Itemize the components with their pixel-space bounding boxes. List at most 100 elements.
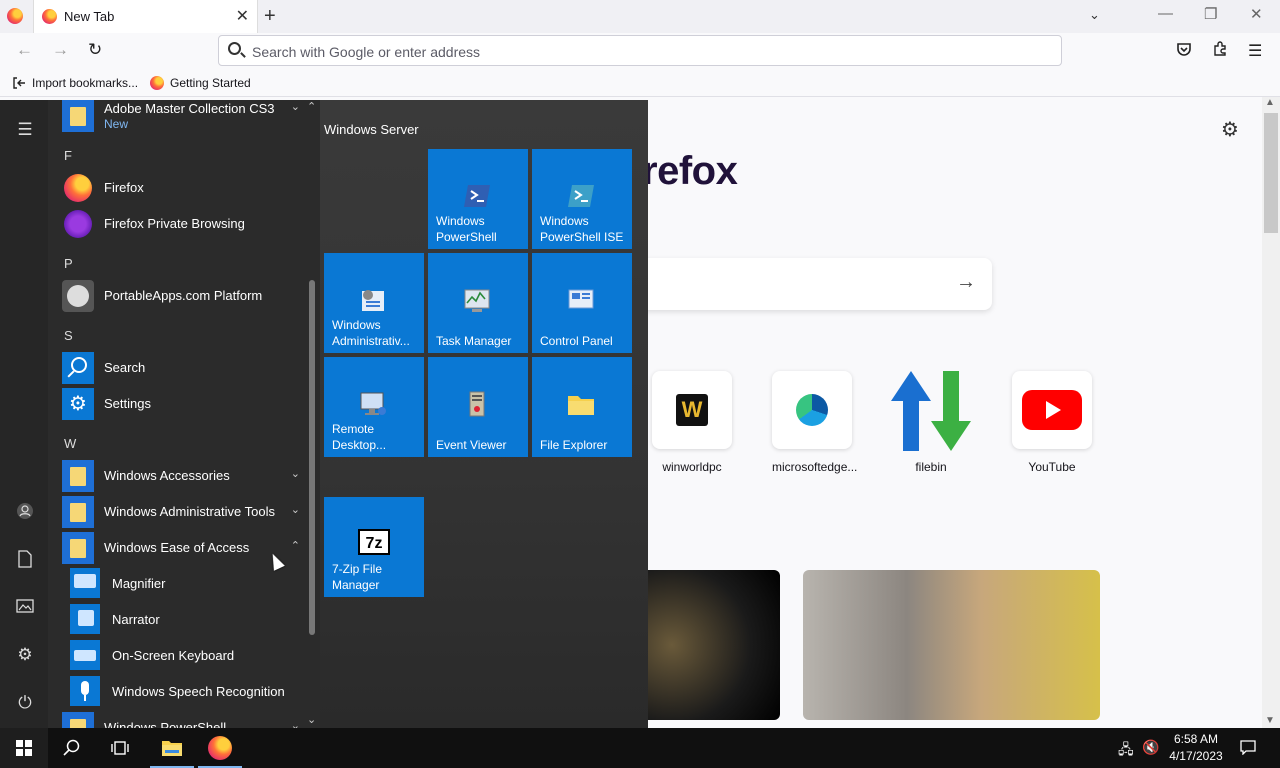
- getting-started-link[interactable]: Getting Started: [150, 76, 251, 90]
- section-header-w[interactable]: W: [64, 436, 76, 451]
- chevron-down-icon[interactable]: ⌄: [291, 719, 300, 728]
- chevron-down-icon[interactable]: ⌄: [291, 100, 300, 113]
- app-windows-admin-tools[interactable]: Windows Administrative Tools ⌄: [62, 494, 304, 530]
- top-site-label: winworldpc: [662, 460, 722, 474]
- app-firefox-private[interactable]: Firefox Private Browsing: [62, 206, 304, 242]
- section-header-s[interactable]: S: [64, 328, 73, 343]
- tile-remote-desktop[interactable]: Remote Desktop...: [324, 357, 424, 457]
- taskbar-file-explorer[interactable]: [148, 728, 196, 768]
- app-windows-powershell[interactable]: Windows PowerShell ⌄: [62, 710, 304, 728]
- documents-icon[interactable]: [14, 550, 36, 572]
- tile-windows-powershell[interactable]: Windows PowerShell: [428, 149, 528, 249]
- power-icon[interactable]: ⏻: [14, 693, 36, 715]
- app-label: Windows PowerShell: [104, 720, 227, 728]
- back-icon[interactable]: ←: [16, 40, 33, 60]
- scroll-down-icon[interactable]: ▼: [1265, 715, 1275, 726]
- chevron-down-icon[interactable]: ⌄: [291, 503, 300, 516]
- task-manager-icon: [462, 285, 492, 315]
- story-card-image[interactable]: [803, 570, 1100, 720]
- gear-icon[interactable]: ⚙: [1221, 117, 1239, 142]
- microphone-icon: [70, 676, 100, 706]
- page-scrollbar[interactable]: ▲ ▼: [1262, 97, 1280, 728]
- notifications-icon[interactable]: [1240, 739, 1256, 758]
- reload-icon[interactable]: ↻: [88, 40, 102, 60]
- scroll-up-icon[interactable]: ▲: [1265, 97, 1275, 108]
- top-site-youtube[interactable]: YouTube: [1012, 371, 1092, 474]
- address-bar[interactable]: Search with Google or enter address: [218, 35, 1062, 66]
- app-windows-speech-recognition[interactable]: Windows Speech Recognition: [62, 674, 304, 710]
- arrow-right-icon[interactable]: →: [956, 271, 976, 294]
- narrator-icon: [70, 604, 100, 634]
- firefox-icon: [150, 76, 164, 90]
- tile-label: 7-Zip File Manager: [332, 562, 383, 592]
- firefox-view-icon[interactable]: [7, 8, 23, 24]
- restore-icon[interactable]: ❐: [1204, 5, 1217, 23]
- pocket-icon[interactable]: [1176, 41, 1192, 62]
- top-site-microsoftedge[interactable]: microsoftedge...: [772, 371, 858, 474]
- section-header-p[interactable]: P: [64, 256, 73, 271]
- pictures-icon[interactable]: [14, 598, 36, 620]
- svg-text:7z: 7z: [366, 535, 383, 552]
- minimize-icon[interactable]: —: [1158, 5, 1173, 22]
- scrollbar-thumb[interactable]: [309, 280, 315, 635]
- chevron-down-icon[interactable]: ⌄: [291, 467, 300, 480]
- new-tab-button[interactable]: +: [264, 5, 276, 28]
- settings-gear-icon[interactable]: ⚙: [14, 645, 36, 667]
- scrollbar-thumb[interactable]: [1264, 113, 1278, 233]
- app-search[interactable]: Search: [62, 350, 304, 386]
- import-bookmarks-link[interactable]: Import bookmarks...: [12, 76, 138, 90]
- filebin-logo-icon: [891, 371, 971, 451]
- volume-muted-icon[interactable]: 🔇: [1142, 739, 1159, 756]
- section-header-f[interactable]: F: [64, 148, 72, 163]
- hamburger-menu-icon[interactable]: ☰: [14, 120, 36, 142]
- list-all-tabs-icon[interactable]: ⌄: [1089, 7, 1100, 23]
- clock[interactable]: 6:58 AM 4/17/2023: [1162, 731, 1230, 765]
- app-label: Windows Administrative Tools: [104, 504, 275, 519]
- chevron-up-icon[interactable]: ⌃: [291, 539, 300, 552]
- tile-7zip[interactable]: 7z 7-Zip File Manager: [324, 497, 424, 597]
- scroll-up-icon[interactable]: ⌃: [307, 100, 316, 113]
- app-settings[interactable]: ⚙ Settings: [62, 386, 304, 422]
- tile-label: Remote Desktop...: [332, 422, 387, 452]
- app-narrator[interactable]: Narrator: [62, 602, 304, 638]
- tile-file-explorer[interactable]: File Explorer: [532, 357, 632, 457]
- app-magnifier[interactable]: Magnifier: [62, 566, 304, 602]
- close-tab-icon[interactable]: ✕: [236, 6, 249, 26]
- tile-control-panel[interactable]: Control Panel: [532, 253, 632, 353]
- window-close-icon[interactable]: ✕: [1250, 5, 1263, 23]
- top-site-winworldpc[interactable]: W winworldpc: [652, 371, 732, 474]
- app-label: Magnifier: [112, 576, 166, 591]
- tile-windows-admin-tools[interactable]: Windows Administrativ...: [324, 253, 424, 353]
- app-portableapps[interactable]: PortableApps.com Platform: [62, 278, 304, 314]
- app-on-screen-keyboard[interactable]: On-Screen Keyboard: [62, 638, 304, 674]
- tile-task-manager[interactable]: Task Manager: [428, 253, 528, 353]
- app-label: Adobe Master Collection CS3: [104, 101, 275, 116]
- tile-group-title[interactable]: Windows Server: [324, 122, 419, 137]
- app-adobe-master-collection[interactable]: Adobe Master Collection CS3 New ⌄: [62, 100, 304, 134]
- top-site-filebin[interactable]: filebin: [891, 371, 971, 474]
- firefox-icon: [42, 9, 57, 24]
- top-site-label: microsoftedge...: [772, 460, 858, 474]
- app-list-scrollbar[interactable]: ⌃ ⌄: [306, 100, 320, 728]
- user-account-icon[interactable]: [14, 502, 36, 524]
- app-firefox[interactable]: Firefox: [62, 170, 304, 206]
- tile-event-viewer[interactable]: Event Viewer: [428, 357, 528, 457]
- app-windows-accessories[interactable]: Windows Accessories ⌄: [62, 458, 304, 494]
- menu-icon[interactable]: ☰: [1248, 41, 1262, 61]
- taskbar-firefox[interactable]: [196, 728, 244, 768]
- app-label: PortableApps.com Platform: [104, 288, 263, 303]
- app-label: Windows Speech Recognition: [112, 684, 285, 699]
- scroll-down-icon[interactable]: ⌄: [307, 713, 316, 726]
- tile-powershell-ise[interactable]: Windows PowerShell ISE: [532, 149, 632, 249]
- app-label: Search: [104, 360, 146, 375]
- task-view-button[interactable]: [96, 728, 144, 768]
- extensions-icon[interactable]: [1212, 41, 1228, 62]
- tab-new-tab[interactable]: New Tab ✕: [33, 0, 258, 33]
- start-button[interactable]: [0, 728, 48, 768]
- top-site-label: YouTube: [1028, 460, 1076, 474]
- task-view-icon: [111, 741, 129, 755]
- app-windows-ease-of-access[interactable]: Windows Ease of Access ⌃: [62, 530, 304, 566]
- network-icon[interactable]: 🖧: [1118, 739, 1134, 763]
- search-button[interactable]: [48, 728, 96, 768]
- forward-icon[interactable]: →: [52, 40, 69, 60]
